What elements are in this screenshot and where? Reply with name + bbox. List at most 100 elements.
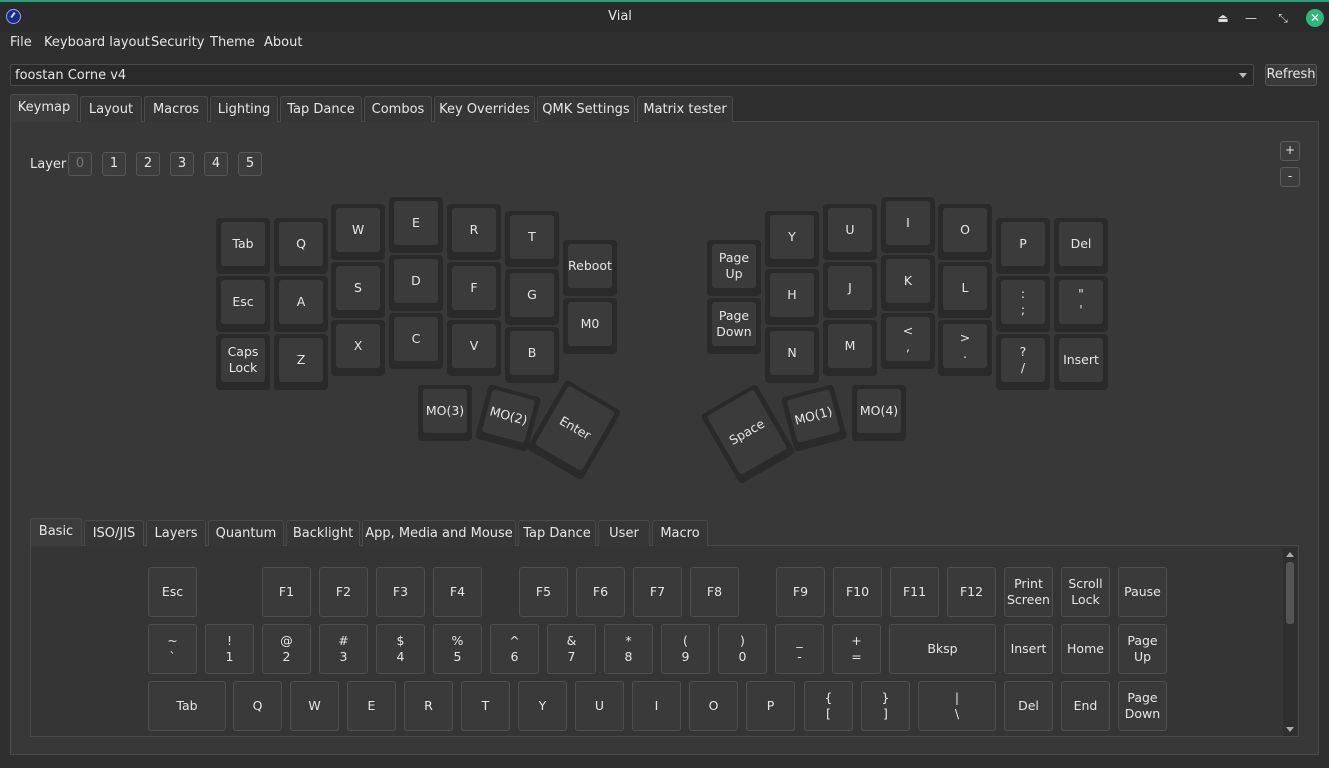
keymap-key[interactable]: Tab	[216, 218, 270, 274]
picker-key[interactable]: F9	[776, 567, 825, 617]
keymap-key[interactable]: U	[823, 204, 877, 260]
keymap-key[interactable]: < ,	[881, 313, 935, 369]
keymap-key[interactable]: " '	[1054, 276, 1108, 332]
keymap-key[interactable]: J	[823, 262, 877, 318]
restore-icon[interactable]: ⤡	[1274, 9, 1292, 27]
picker-key[interactable]: ^ 6	[490, 624, 539, 674]
picker-key[interactable]: Home	[1061, 624, 1110, 674]
picker-key[interactable]: ~ `	[148, 624, 197, 674]
tab-matrix-tester[interactable]: Matrix tester	[637, 96, 733, 122]
picker-tab-user[interactable]: User	[598, 520, 650, 546]
picker-tab-backlight[interactable]: Backlight	[286, 520, 360, 546]
picker-key[interactable]: F5	[519, 567, 568, 617]
keymap-key[interactable]: ? /	[996, 334, 1050, 390]
close-icon[interactable]: ✕	[1306, 9, 1324, 27]
picker-key[interactable]: Page Up	[1118, 624, 1167, 674]
keymap-key[interactable]: Y	[765, 211, 819, 267]
picker-key[interactable]: F11	[890, 567, 939, 617]
keymap-key[interactable]: : ;	[996, 276, 1050, 332]
picker-key[interactable]: % 5	[433, 624, 482, 674]
picker-key[interactable]: F3	[376, 567, 425, 617]
keymap-key[interactable]: R	[447, 204, 501, 260]
keymap-key[interactable]: P	[996, 218, 1050, 274]
picker-key[interactable]: ) 0	[718, 624, 767, 674]
picker-key[interactable]: Scroll Lock	[1061, 567, 1110, 617]
keymap-key[interactable]: M	[823, 320, 877, 376]
layer-button-1[interactable]: 1	[102, 152, 126, 176]
picker-key[interactable]: F2	[319, 567, 368, 617]
picker-key[interactable]: F1	[262, 567, 311, 617]
menu-theme[interactable]: Theme	[210, 35, 255, 50]
picker-tab-tap-dance[interactable]: Tap Dance	[518, 520, 596, 546]
keymap-key[interactable]: MO(4)	[852, 385, 906, 441]
picker-key[interactable]: Pause	[1118, 567, 1167, 617]
layer-button-5[interactable]: 5	[238, 152, 262, 176]
picker-key[interactable]: P	[746, 681, 795, 731]
picker-key[interactable]: F4	[433, 567, 482, 617]
picker-key[interactable]: O	[689, 681, 738, 731]
tab-macros[interactable]: Macros	[144, 96, 208, 122]
layer-button-4[interactable]: 4	[204, 152, 228, 176]
keymap-key[interactable]: C	[389, 313, 443, 369]
menu-about[interactable]: About	[264, 35, 302, 50]
picker-tab-basic[interactable]: Basic	[30, 518, 82, 546]
refresh-button[interactable]: Refresh	[1265, 64, 1317, 86]
keymap-key[interactable]: Insert	[1054, 334, 1108, 390]
keymap-key[interactable]: B	[505, 327, 559, 383]
picker-key[interactable]: F6	[576, 567, 625, 617]
keymap-key[interactable]: T	[505, 211, 559, 267]
picker-tab-iso-jis[interactable]: ISO/JIS	[84, 520, 144, 546]
picker-key[interactable]: ! 1	[205, 624, 254, 674]
picker-key[interactable]: T	[461, 681, 510, 731]
picker-key[interactable]: I	[632, 681, 681, 731]
tab-qmk-settings[interactable]: QMK Settings	[537, 96, 635, 122]
keymap-key[interactable]: Page Down	[707, 298, 761, 354]
picker-key[interactable]: + =	[832, 624, 881, 674]
tab-key-overrides[interactable]: Key Overrides	[434, 96, 535, 122]
picker-key[interactable]: F7	[633, 567, 682, 617]
picker-key[interactable]: Page Down	[1118, 681, 1167, 731]
layer-button-3[interactable]: 3	[170, 152, 194, 176]
picker-key[interactable]: Print Screen	[1004, 567, 1053, 617]
picker-key[interactable]: | \	[918, 681, 996, 731]
keymap-key[interactable]: L	[938, 262, 992, 318]
keymap-key[interactable]: Reboot	[563, 240, 617, 296]
picker-key[interactable]: E	[347, 681, 396, 731]
picker-key[interactable]: Esc	[148, 567, 197, 617]
picker-key[interactable]: _ -	[775, 624, 824, 674]
keymap-key[interactable]: MO(3)	[418, 385, 472, 441]
picker-key[interactable]: & 7	[547, 624, 596, 674]
keymap-key[interactable]: E	[389, 197, 443, 253]
tab-lighting[interactable]: Lighting	[210, 96, 278, 122]
zoom-out-button[interactable]: -	[1280, 167, 1300, 187]
picker-tab-macro[interactable]: Macro	[652, 520, 708, 546]
device-select[interactable]: foostan Corne v4	[10, 64, 1254, 86]
keymap-key[interactable]: Caps Lock	[216, 334, 270, 390]
picker-key[interactable]: Insert	[1004, 624, 1053, 674]
picker-key[interactable]: End	[1061, 681, 1110, 731]
picker-key[interactable]: $ 4	[376, 624, 425, 674]
keymap-key[interactable]: W	[331, 204, 385, 260]
picker-key[interactable]: Q	[233, 681, 282, 731]
zoom-in-button[interactable]: +	[1280, 141, 1300, 161]
keymap-key[interactable]: G	[505, 269, 559, 325]
tab-tap-dance[interactable]: Tap Dance	[280, 96, 362, 122]
menu-security[interactable]: Security	[151, 35, 204, 50]
keymap-key[interactable]: N	[765, 327, 819, 383]
keymap-key[interactable]: > .	[938, 320, 992, 376]
picker-key[interactable]: U	[575, 681, 624, 731]
keymap-key[interactable]: M0	[563, 298, 617, 354]
scroll-thumb[interactable]	[1286, 562, 1294, 624]
picker-key[interactable]: Y	[518, 681, 567, 731]
tab-layout[interactable]: Layout	[80, 96, 142, 122]
keymap-key[interactable]: V	[447, 320, 501, 376]
tab-keymap[interactable]: Keymap	[10, 94, 78, 122]
keymap-key[interactable]: Z	[274, 334, 328, 390]
picker-tab-layers[interactable]: Layers	[146, 520, 206, 546]
menu-keyboard-layout[interactable]: Keyboard layout	[44, 35, 150, 50]
keymap-key[interactable]: F	[447, 262, 501, 318]
keymap-key[interactable]: S	[331, 262, 385, 318]
picker-key[interactable]: # 3	[319, 624, 368, 674]
menu-file[interactable]: File	[10, 35, 32, 50]
keymap-key[interactable]: Q	[274, 218, 328, 274]
